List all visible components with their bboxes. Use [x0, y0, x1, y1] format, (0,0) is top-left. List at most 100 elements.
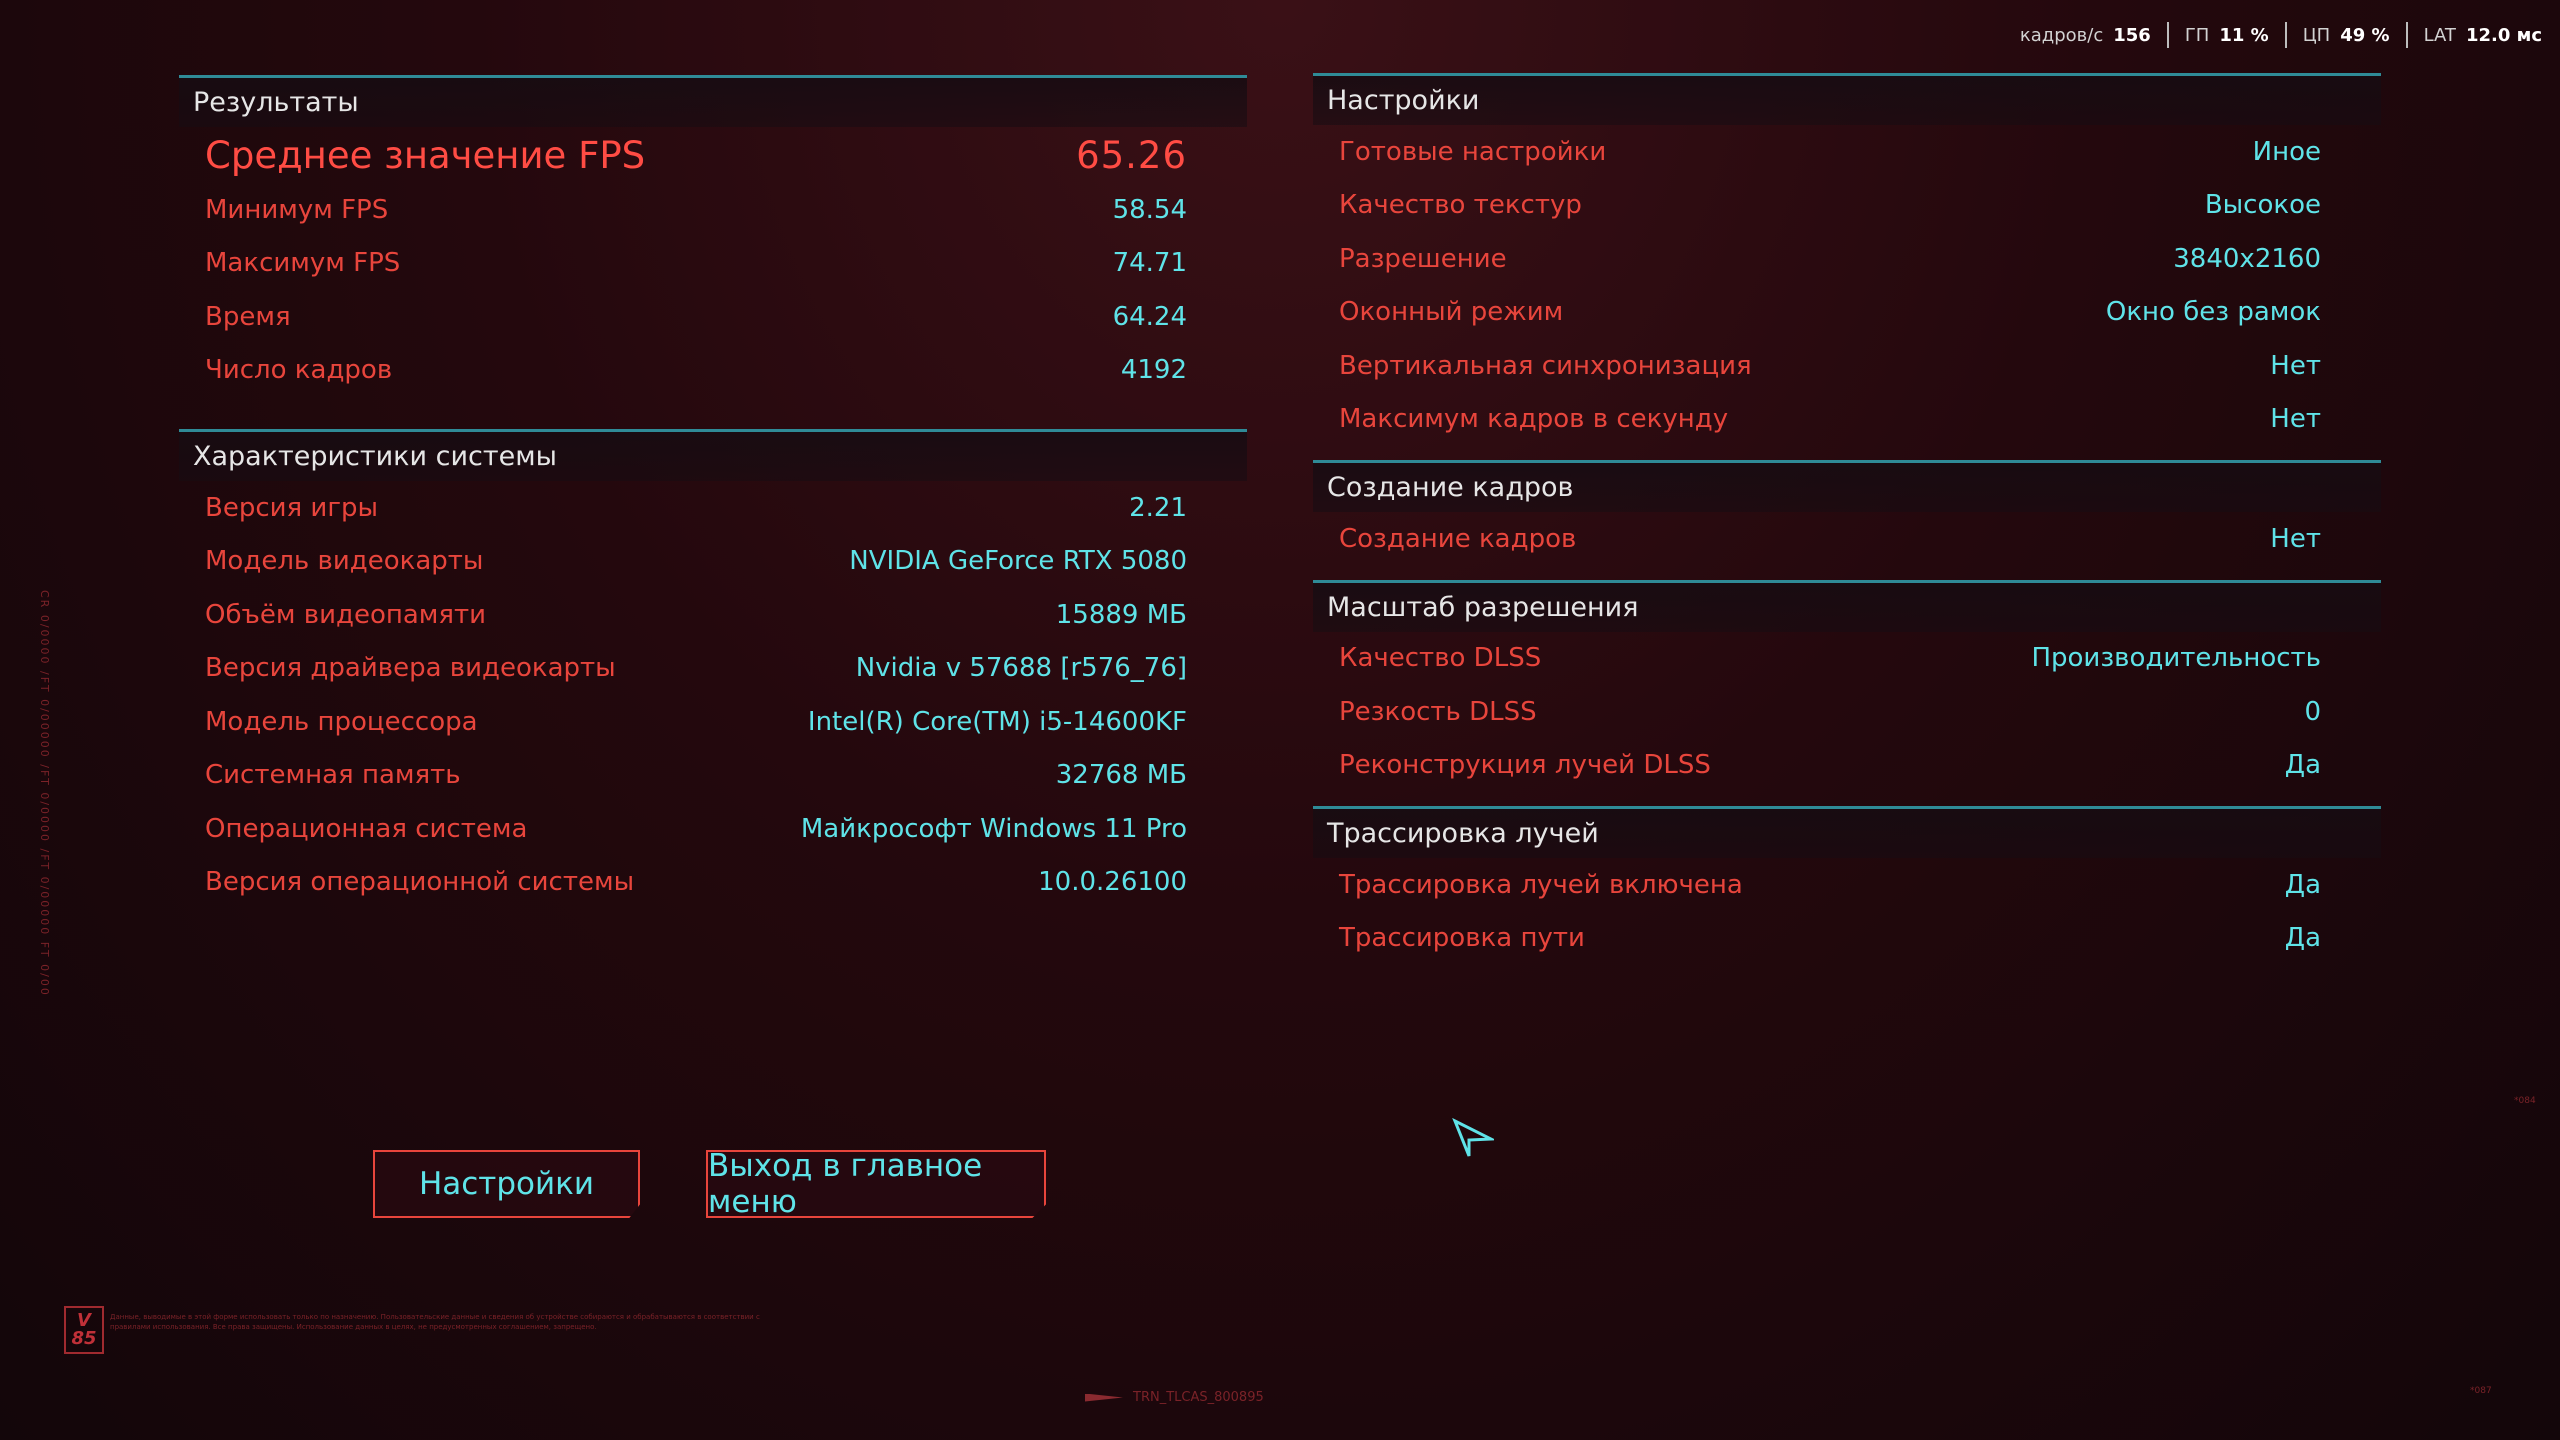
- result-row-min-fps: Минимум FPS 58.54: [179, 183, 1247, 237]
- settings-header: Настройки: [1313, 73, 2381, 125]
- framegen-label: Создание кадров: [1339, 523, 1577, 554]
- cpu-value: 49 %: [2340, 24, 2390, 46]
- setting-label: Вертикальная синхронизация: [1339, 350, 1752, 381]
- scaling-label: Качество DLSS: [1339, 643, 1542, 674]
- results-section: Результаты Среднее значение FPS 65.26 Ми…: [179, 75, 1247, 397]
- scaling-label: Резкость DLSS: [1339, 696, 1537, 727]
- setting-label: Готовые настройки: [1339, 136, 1607, 167]
- setting-row: Качество текстур Высокое: [1313, 179, 2381, 233]
- left-panel: Результаты Среднее значение FPS 65.26 Ми…: [179, 75, 1247, 941]
- setting-value: Окно без рамок: [2105, 297, 2321, 328]
- result-row-time: Время 64.24: [179, 290, 1247, 344]
- side-decor-text: CR 0/0000 /FT 0/00000 /FT 0/0000 /FT 0/0…: [38, 590, 51, 997]
- raytracing-label: Трассировка лучей включена: [1339, 869, 1743, 900]
- latency-label: LAT: [2423, 24, 2456, 46]
- result-label: Число кадров: [205, 355, 393, 386]
- system-row: Модель видеокарты NVIDIA GeForce RTX 508…: [179, 535, 1247, 589]
- raytracing-section: Трассировка лучей Трассировка лучей вклю…: [1313, 806, 2381, 965]
- fps-label: кадров/с: [2019, 24, 2104, 46]
- gpu-value: 11 %: [2219, 24, 2269, 46]
- result-value: 58.54: [1112, 194, 1187, 225]
- gpu-readout: ГП 11 %: [2169, 22, 2287, 48]
- cursor-icon: [1452, 1118, 1494, 1157]
- result-label: Время: [205, 301, 291, 332]
- result-label: Максимум FPS: [205, 248, 401, 279]
- framegen-row: Создание кадров Нет: [1313, 512, 2381, 566]
- fps-value: 156: [2113, 24, 2151, 46]
- setting-row: Готовые настройки Иное: [1313, 125, 2381, 179]
- result-value: 4192: [1120, 355, 1187, 386]
- raytracing-header: Трассировка лучей: [1313, 806, 2381, 858]
- setting-label: Разрешение: [1339, 243, 1507, 274]
- scaling-row: Реконструкция лучей DLSS Да: [1313, 739, 2381, 793]
- system-value: 15889 МБ: [1055, 599, 1187, 630]
- system-row: Системная память 32768 МБ: [179, 749, 1247, 803]
- raytracing-row: Трассировка пути Да: [1313, 912, 2381, 966]
- system-value: Intel(R) Core(TM) i5-14600KF: [807, 706, 1187, 737]
- system-row: Версия операционной системы 10.0.26100: [179, 856, 1247, 910]
- setting-row: Максимум кадров в секунду Нет: [1313, 393, 2381, 447]
- system-value: 2.21: [1129, 492, 1187, 523]
- setting-row: Оконный режим Окно без рамок: [1313, 286, 2381, 340]
- right-panel: Настройки Готовые настройки Иное Качеств…: [1313, 73, 2381, 979]
- corner-tag-right: *084: [2514, 1096, 2536, 1106]
- system-header: Характеристики системы: [179, 429, 1247, 481]
- result-value: 64.24: [1112, 301, 1187, 332]
- logo-line-2: 85: [71, 1328, 97, 1349]
- latency-readout: LAT 12.0 мс: [2408, 22, 2542, 48]
- system-row: Версия драйвера видеокарты Nvidia v 5768…: [179, 642, 1247, 696]
- setting-value: Нет: [2270, 404, 2321, 435]
- result-row-max-fps: Максимум FPS 74.71: [179, 237, 1247, 291]
- framegen-header: Создание кадров: [1313, 460, 2381, 512]
- scaling-row: Резкость DLSS 0: [1313, 685, 2381, 739]
- system-label: Версия операционной системы: [205, 867, 635, 898]
- raytracing-row: Трассировка лучей включена Да: [1313, 858, 2381, 912]
- system-label: Версия игры: [205, 492, 379, 523]
- system-row: Объём видеопамяти 15889 МБ: [179, 588, 1247, 642]
- system-value: 10.0.26100: [1038, 867, 1187, 898]
- raytracing-label: Трассировка пути: [1339, 923, 1585, 954]
- system-row: Модель процессора Intel(R) Core(TM) i5-1…: [179, 695, 1247, 749]
- system-label: Версия драйвера видеокарты: [205, 653, 616, 684]
- system-label: Объём видеопамяти: [205, 599, 487, 630]
- scaling-header: Масштаб разрешения: [1313, 579, 2381, 632]
- bottom-code: TRN_TLCAS_800895: [1085, 1390, 1264, 1405]
- setting-value: Нет: [2270, 350, 2321, 381]
- exit-to-main-menu-button[interactable]: Выход в главное меню: [706, 1150, 1046, 1218]
- corner-tag-bottom-right: *087: [2470, 1386, 2492, 1396]
- bottom-code-text: TRN_TLCAS_800895: [1133, 1390, 1264, 1405]
- system-label: Операционная система: [205, 813, 528, 844]
- result-label: Среднее значение FPS: [205, 133, 646, 177]
- setting-label: Качество текстур: [1339, 190, 1582, 221]
- scaling-value: 0: [2304, 696, 2321, 727]
- setting-value: 3840x2160: [2173, 243, 2321, 274]
- results-header: Результаты: [179, 75, 1247, 127]
- fps-readout: кадров/с 156: [2004, 22, 2169, 48]
- cpu-readout: ЦП 49 %: [2287, 22, 2408, 48]
- system-value: Майкрософт Windows 11 Pro: [800, 813, 1187, 844]
- scaling-row: Качество DLSS Производительность: [1313, 632, 2381, 686]
- result-row-avg-fps: Среднее значение FPS 65.26: [179, 127, 1247, 183]
- raytracing-value: Да: [2284, 923, 2321, 954]
- scaling-label: Реконструкция лучей DLSS: [1339, 750, 1711, 781]
- scaling-section: Масштаб разрешения Качество DLSS Произво…: [1313, 579, 2381, 793]
- result-label: Минимум FPS: [205, 194, 389, 225]
- cpu-label: ЦП: [2302, 24, 2331, 46]
- gpu-label: ГП: [2184, 24, 2210, 46]
- system-value: NVIDIA GeForce RTX 5080: [849, 546, 1187, 577]
- setting-row: Разрешение 3840x2160: [1313, 232, 2381, 286]
- system-section: Характеристики системы Версия игры 2.21 …: [179, 429, 1247, 909]
- settings-button[interactable]: Настройки: [373, 1150, 640, 1218]
- performance-overlay: кадров/с 156 ГП 11 % ЦП 49 % LAT 12.0 мс: [2004, 22, 2542, 48]
- result-row-frames: Число кадров 4192: [179, 344, 1247, 398]
- result-value: 65.26: [1076, 133, 1187, 177]
- setting-row: Вертикальная синхронизация Нет: [1313, 339, 2381, 393]
- arrow-icon: [1085, 1393, 1123, 1402]
- system-label: Модель видеокарты: [205, 546, 484, 577]
- scaling-value: Производительность: [2031, 643, 2321, 674]
- setting-value: Высокое: [2204, 190, 2321, 221]
- latency-value: 12.0 мс: [2465, 24, 2542, 46]
- scaling-value: Да: [2284, 750, 2321, 781]
- settings-section: Настройки Готовые настройки Иное Качеств…: [1313, 73, 2381, 446]
- system-value: Nvidia v 57688 [r576_76]: [855, 653, 1187, 684]
